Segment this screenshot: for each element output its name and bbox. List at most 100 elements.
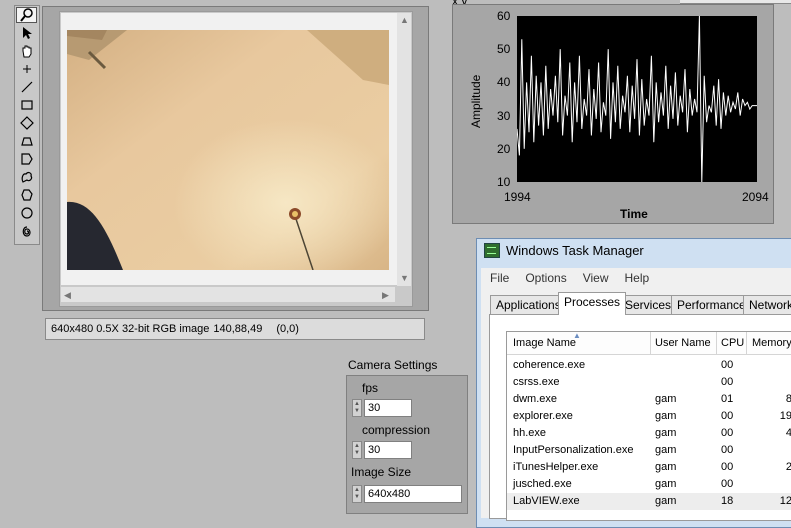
y-tick-label: 60 [497,9,511,23]
zoom-icon[interactable] [16,7,37,23]
process-name: InputPersonalization.exe [513,444,634,456]
compression-input[interactable]: 30 [364,441,412,459]
process-list[interactable]: Image Name ▲ User Name CPU Memory cohere… [506,331,791,521]
process-memory: 2 [752,461,791,473]
scroll-down-icon[interactable]: ▼ [400,273,409,283]
process-memory: 12 [779,495,791,507]
y-tick-label: 40 [497,75,511,90]
x-axis-label: Time [620,207,648,221]
freehand-icon[interactable] [16,169,37,185]
series-line [516,15,757,183]
process-user: gam [655,393,677,405]
process-cpu: 00 [721,444,734,456]
fps-label: fps [362,381,379,395]
tool-palette [14,5,40,245]
y-tick-label: 10 [497,175,511,189]
annulus-icon[interactable] [16,133,37,149]
sort-ascending-icon: ▲ [573,331,581,340]
camera-settings-label: Camera Settings [348,358,438,372]
process-name: dwm.exe [513,393,558,405]
compression-spinner[interactable]: ▲ ▼ [352,441,362,459]
menu-view[interactable]: View [583,271,609,285]
waveform-svg [516,15,757,183]
task-manager-title: Windows Task Manager [506,243,644,258]
fps-spinner[interactable]: ▲ ▼ [352,399,362,417]
line-icon[interactable] [16,79,37,95]
y-tick-label: 30 [497,108,511,123]
process-memory: 4 [752,427,791,439]
x-tick-end: 2094 [742,190,769,204]
table-row[interactable]: jusched.exe gam 00 [507,476,791,493]
col-cpu[interactable]: CPU [721,337,744,349]
tab-networking[interactable]: Networki [743,295,791,314]
image-size-control: ▲ ▼ 640x480 [352,484,462,504]
rotated-rectangle-icon[interactable] [16,115,37,131]
waveform-plot-area[interactable] [516,15,757,183]
process-cpu: 18 [721,495,734,507]
table-row[interactable]: hh.exe gam 00 4 [507,425,791,442]
process-user: gam [655,461,677,473]
col-image-name[interactable]: Image Name [513,337,576,349]
vertical-scrollbar[interactable]: ▲ ▼ [397,13,411,286]
menu-options[interactable]: Options [525,271,566,285]
process-name: iTunesHelper.exe [513,461,599,473]
process-cpu: 00 [721,359,734,371]
process-cpu: 00 [721,376,734,388]
menu-help[interactable]: Help [625,271,650,285]
table-row[interactable]: InputPersonalization.exe gam 00 [507,442,791,459]
col-memory[interactable]: Memory [752,337,791,349]
process-cpu: 00 [721,427,734,439]
process-user: gam [655,495,677,507]
broken-line-icon[interactable] [16,187,37,203]
table-row[interactable]: explorer.exe gam 00 19 [507,408,791,425]
polygon-icon[interactable] [16,151,37,167]
process-list-header: Image Name ▲ User Name CPU Memory [507,332,791,355]
table-row[interactable]: dwm.exe gam 01 8 [507,391,791,408]
tab-performance[interactable]: Performance [671,295,752,314]
pointer-icon[interactable] [16,25,37,41]
process-cpu: 01 [721,393,734,405]
image-size-spinner[interactable]: ▲ ▼ [352,485,362,503]
camera-image[interactable] [67,30,389,270]
col-user-name[interactable]: User Name [655,337,711,349]
process-name: hh.exe [513,427,547,439]
oval-icon[interactable] [16,205,37,221]
menu-file[interactable]: File [490,271,509,285]
spiral-icon[interactable] [16,223,37,239]
process-name: LabVIEW.exe [513,495,580,507]
scroll-left-icon[interactable]: ◀ [64,290,71,300]
tab-applications[interactable]: Applications [490,295,567,314]
fps-input[interactable]: 30 [364,399,412,417]
process-name: coherence.exe [513,359,586,371]
scroll-up-icon[interactable]: ▲ [400,15,409,25]
table-row[interactable]: coherence.exe 00 [507,357,791,374]
horizontal-scrollbar[interactable]: ◀ ▶ [61,287,395,302]
image-info: 640x480 0.5X 32-bit RGB image [51,323,210,335]
task-manager-icon [484,243,500,258]
fps-control: ▲ ▼ 30 [352,398,412,418]
y-tick-label: 20 [497,141,511,156]
x-tick-start: 1994 [504,190,531,204]
y-tick-label: 50 [497,42,511,57]
y-axis-label: Amplitude [469,74,483,128]
table-row[interactable]: iTunesHelper.exe gam 00 2 [507,459,791,476]
tab-processes[interactable]: Processes [558,292,627,315]
task-manager-titlebar[interactable]: Windows Task Manager [484,243,644,258]
table-row[interactable]: csrss.exe 00 [507,374,791,391]
image-size-input[interactable]: 640x480 [364,485,462,503]
camera-settings-cluster: fps ▲ ▼ 30 compression ▲ ▼ 30 Image Size ▲… [346,375,468,514]
cursor-coordinates: (0,0) [276,323,299,335]
process-user: gam [655,427,677,439]
image-size-label: Image Size [351,465,412,479]
process-user: gam [655,478,677,490]
process-user: gam [655,444,677,456]
process-user: gam [655,410,677,422]
table-row[interactable]: LabVIEW.exe gam 18 12 [507,493,791,510]
pan-hand-icon[interactable] [16,43,37,59]
rectangle-icon[interactable] [16,97,37,113]
image-status-bar: 640x480 0.5X 32-bit RGB image 140,88,49 … [45,318,425,340]
compression-control: ▲ ▼ 30 [352,440,412,460]
point-icon[interactable] [16,61,37,77]
tab-services[interactable]: Services [619,295,678,314]
scroll-right-icon[interactable]: ▶ [382,290,389,300]
